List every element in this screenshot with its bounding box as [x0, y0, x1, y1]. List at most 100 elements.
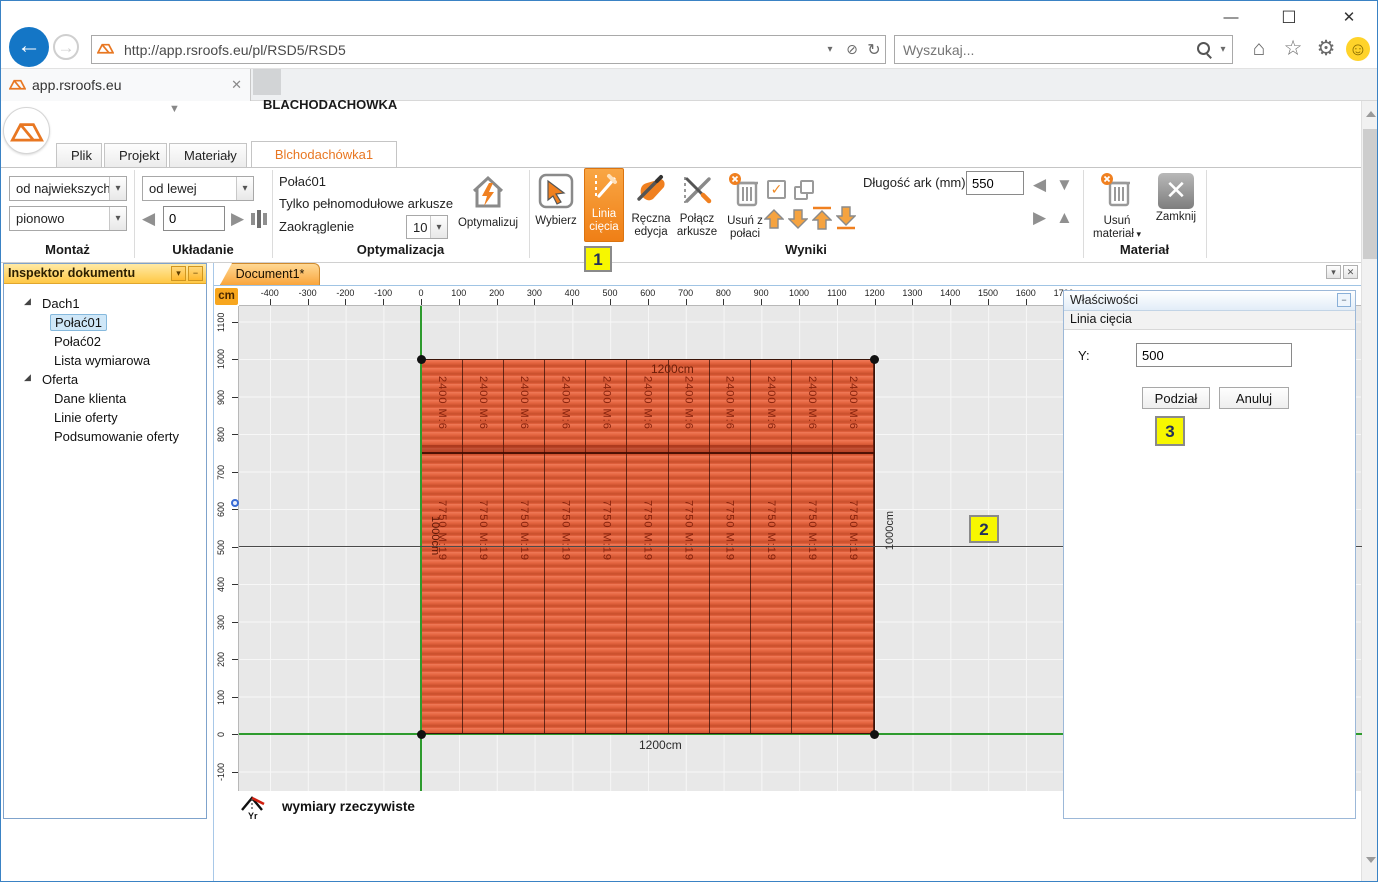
tree-expand-icon[interactable]: ◢ [24, 296, 31, 307]
nudge-up-icon[interactable]: ▲ [1056, 208, 1073, 228]
sort-order-caret-icon[interactable]: ▾ [109, 177, 126, 200]
move-up-icon[interactable] [764, 208, 784, 233]
split-button[interactable]: Podział [1142, 387, 1210, 409]
properties-header[interactable]: Właściwości − [1064, 291, 1355, 311]
forward-button[interactable]: → [53, 34, 79, 60]
merge-sheets-label-2: arkusze [673, 226, 721, 239]
tree-item-po-a-02[interactable]: Połać02 [54, 332, 101, 351]
roof-sheet-column[interactable]: 2400 M:67750 M:19 [422, 360, 463, 733]
refresh-icon[interactable]: ↻ [863, 40, 885, 60]
orientation-combo[interactable]: pionowo ▾ [9, 206, 127, 231]
collapse-caret-icon[interactable]: ▼ [169, 103, 180, 115]
sheet-length-input[interactable] [966, 171, 1024, 195]
orientation-caret-icon[interactable]: ▾ [109, 207, 126, 230]
remove-material-button[interactable]: Usuń materiał ▾ [1088, 170, 1146, 248]
search-input[interactable] [895, 42, 1194, 58]
back-button[interactable]: ← [9, 27, 49, 67]
roof-sheet-column[interactable]: 2400 M:67750 M:19 [545, 360, 586, 733]
optimize-button[interactable]: Optymalizuj [453, 170, 523, 242]
move-down-icon[interactable] [788, 208, 808, 233]
h-ruler-tick-label: 200 [480, 288, 514, 298]
tree-expand-icon[interactable]: ◢ [24, 372, 31, 383]
tree-item-dach1[interactable]: Dach1 [42, 294, 80, 313]
feedback-smiley-icon[interactable]: ☺ [1346, 37, 1370, 61]
distribute-bars-icon[interactable] [251, 210, 267, 231]
stacked-sheets-icon[interactable] [794, 180, 814, 200]
tab-close-icon[interactable]: ✕ [231, 77, 242, 93]
address-bar[interactable]: ▾ ⊘ ↻ [91, 35, 886, 64]
search-dropdown-icon[interactable]: ▾ [1214, 44, 1232, 55]
roof-surface[interactable]: 2400 M:67750 M:192400 M:67750 M:192400 M… [421, 359, 875, 734]
roof-sheet-column[interactable]: 2400 M:67750 M:19 [833, 360, 874, 733]
settings-gear-icon[interactable]: ⚙ [1311, 34, 1341, 64]
tree-item-podsumowanie-oferty[interactable]: Podsumowanie oferty [54, 427, 179, 446]
move-to-bottom-icon[interactable] [836, 206, 856, 233]
roof-sheet-column[interactable]: 2400 M:67750 M:19 [504, 360, 545, 733]
address-dropdown-icon[interactable]: ▾ [819, 44, 841, 55]
tree-item-oferta[interactable]: Oferta [42, 370, 78, 389]
select-all-checkbox-icon[interactable]: ✓ [767, 180, 786, 199]
canvas-minimize-icon[interactable]: ▾ [1326, 265, 1341, 279]
search-box[interactable]: ▾ [894, 35, 1233, 64]
inspector-header[interactable]: Inspektor dokumentu ▾ − [4, 264, 206, 284]
close-button[interactable]: ✕ [1329, 7, 1369, 29]
remove-from-surface-button[interactable]: Usuń z połaci [721, 170, 769, 242]
rounding-combo[interactable]: 10 ▾ [406, 215, 448, 239]
nudge-down-icon[interactable]: ▼ [1056, 175, 1073, 195]
tree-item-linie-oferty[interactable]: Linie oferty [54, 408, 118, 427]
roof-sheet-column[interactable]: 2400 M:67750 M:19 [463, 360, 504, 733]
ribbon-tab-blachodachowka[interactable]: Blchodachówka1 [251, 141, 397, 167]
properties-minimize-icon[interactable]: − [1337, 293, 1351, 307]
direction-caret-icon[interactable]: ▾ [236, 177, 253, 200]
sheet-label-top: 2400 M:6 [518, 376, 530, 430]
scroll-down-icon[interactable] [1362, 849, 1378, 871]
minimize-button[interactable]: — [1211, 7, 1251, 29]
favorites-star-icon[interactable]: ☆ [1278, 34, 1308, 64]
cut-y-input[interactable] [1136, 343, 1292, 367]
full-sheets-label[interactable]: Tylko pełnomodułowe arkusze [279, 196, 453, 211]
document-tab[interactable]: Document1* [220, 263, 320, 285]
direction-combo[interactable]: od lewej ▾ [142, 176, 254, 201]
move-to-top-icon[interactable] [812, 206, 832, 233]
browser-tab[interactable]: app.rsroofs.eu ✕ [1, 69, 251, 101]
scroll-up-icon[interactable] [1362, 103, 1378, 125]
home-icon[interactable]: ⌂ [1244, 34, 1274, 64]
nudge-left-icon[interactable]: ◀ [1033, 175, 1046, 195]
ruler-unit-badge[interactable]: cm [215, 288, 238, 305]
url-input[interactable] [118, 42, 819, 58]
rounding-caret-icon[interactable]: ▾ [430, 216, 447, 238]
merge-sheets-tool-button[interactable]: Połącz arkusze [673, 170, 721, 242]
offset-input[interactable] [163, 206, 225, 231]
ribbon-tab-projekt[interactable]: Projekt [104, 143, 167, 167]
close-material-button[interactable]: ✕ Zamknij [1149, 170, 1203, 248]
roof-sheet-column[interactable]: 2400 M:67750 M:19 [627, 360, 668, 733]
ribbon-tab-plik[interactable]: Plik [56, 143, 102, 167]
roof-sheet-column[interactable]: 2400 M:67750 M:19 [669, 360, 710, 733]
offset-left-icon[interactable]: ◀ [142, 209, 155, 229]
select-label: Wybierz [535, 215, 576, 227]
inspector-menu-icon[interactable]: ▾ [171, 266, 186, 281]
roof-sheet-column[interactable]: 2400 M:67750 M:19 [751, 360, 792, 733]
ribbon-tab-materialy[interactable]: Materiały [169, 143, 247, 167]
maximize-button[interactable]: ☐ [1269, 7, 1309, 29]
cut-line-tool-button[interactable]: Linia cięcia [584, 168, 624, 242]
cancel-button[interactable]: Anuluj [1219, 387, 1289, 409]
nudge-right-icon[interactable]: ▶ [1033, 208, 1046, 228]
search-icon[interactable] [1194, 40, 1214, 60]
roof-sheet-column[interactable]: 2400 M:67750 M:19 [710, 360, 751, 733]
select-tool-button[interactable]: Wybierz [532, 170, 580, 242]
sort-order-combo[interactable]: od najwiekszych ▾ [9, 176, 127, 201]
tree-item-lista-wymiarowa[interactable]: Lista wymiarowa [54, 351, 150, 370]
tree-item-dane-klienta[interactable]: Dane klienta [54, 389, 126, 408]
inspector-minimize-icon[interactable]: − [188, 266, 203, 281]
roof-sheet-column[interactable]: 2400 M:67750 M:19 [792, 360, 833, 733]
roof-sheet-column[interactable]: 2400 M:67750 M:19 [586, 360, 627, 733]
tree-item-po-a-01[interactable]: Połać01 [54, 313, 107, 332]
offset-right-icon[interactable]: ▶ [231, 209, 244, 229]
scrollbar-thumb[interactable] [1363, 129, 1378, 259]
stop-icon[interactable]: ⊘ [841, 41, 863, 58]
canvas-close-icon[interactable]: ✕ [1343, 265, 1358, 279]
new-tab-button[interactable] [253, 69, 281, 95]
manual-edit-tool-button[interactable]: Ręczna edycja [627, 170, 675, 242]
page-scrollbar[interactable] [1361, 101, 1378, 882]
